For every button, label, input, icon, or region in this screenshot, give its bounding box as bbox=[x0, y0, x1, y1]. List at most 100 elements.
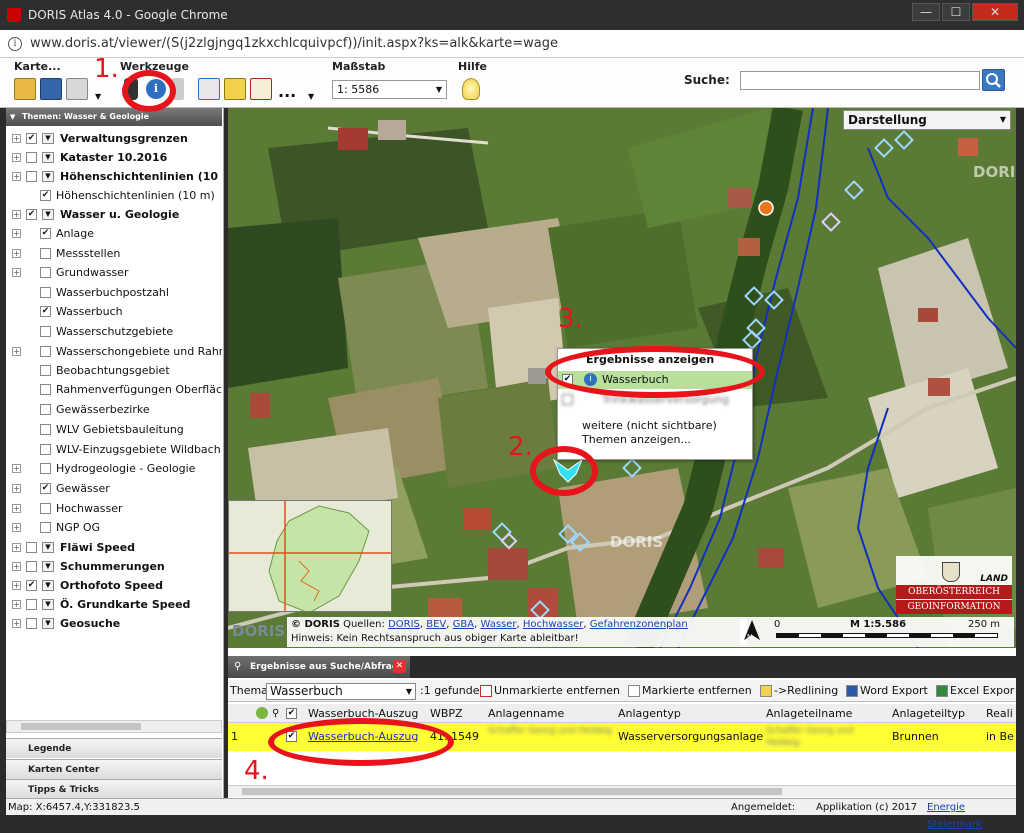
layer-menu-icon[interactable]: ▼ bbox=[42, 209, 54, 220]
source-link-doris[interactable]: DORIS bbox=[388, 619, 420, 630]
layer-menu-icon[interactable]: ▼ bbox=[42, 133, 54, 144]
layer-item-23[interactable]: + ✔ ▼ Orthofoto Speed bbox=[6, 576, 222, 595]
results-tab[interactable]: ⚲ Ergebnisse aus Suche/Abfrage ✕ bbox=[228, 656, 410, 678]
layer-item-18[interactable]: + ✔ Gewässer bbox=[6, 479, 222, 498]
legende-panel[interactable]: Legende bbox=[6, 738, 222, 758]
layer-item-15[interactable]: WLV Gebietsbauleitung bbox=[6, 420, 222, 439]
layer-checkbox[interactable]: ✔ bbox=[40, 483, 51, 494]
layer-checkbox[interactable] bbox=[26, 599, 37, 610]
layer-menu-icon[interactable]: ▼ bbox=[42, 171, 54, 182]
close-button[interactable]: ✕ bbox=[972, 3, 1018, 21]
layer-item-21[interactable]: + ▼ Fläwi Speed bbox=[6, 538, 222, 557]
layer-item-10[interactable]: Wasserschutzgebiete bbox=[6, 322, 222, 341]
expand-icon[interactable]: + bbox=[12, 562, 21, 571]
layer-checkbox[interactable] bbox=[40, 365, 51, 376]
layer-item-17[interactable]: + Hydrogeologie - Geologie bbox=[6, 459, 222, 478]
col-header-anlageteilname[interactable]: Anlageteilname bbox=[766, 704, 852, 723]
col-header-reali[interactable]: Reali bbox=[986, 704, 1013, 723]
layer-checkbox[interactable] bbox=[26, 542, 37, 553]
layer-checkbox[interactable] bbox=[40, 522, 51, 533]
layer-checkbox[interactable] bbox=[40, 404, 51, 415]
layer-checkbox[interactable]: ✔ bbox=[26, 580, 37, 591]
expand-icon[interactable]: + bbox=[12, 249, 21, 258]
layer-checkbox[interactable]: ✔ bbox=[40, 190, 51, 201]
scale-select[interactable]: 1: 5586 ▼ bbox=[332, 80, 447, 99]
expand-icon[interactable]: + bbox=[12, 210, 21, 219]
expand-icon[interactable]: + bbox=[12, 543, 21, 552]
open-folder-icon[interactable] bbox=[14, 78, 36, 100]
layer-item-2[interactable]: + ▼ Höhenschichtenlinien (10 bbox=[6, 167, 222, 186]
karten-center-panel[interactable]: Karten Center bbox=[6, 759, 222, 779]
layer-checkbox[interactable]: ✔ bbox=[40, 228, 51, 239]
help-bulb-icon[interactable] bbox=[462, 78, 480, 100]
col-header-anlagenname[interactable]: Anlagenname bbox=[488, 704, 564, 723]
overview-map[interactable] bbox=[228, 500, 392, 612]
layer-checkbox[interactable] bbox=[40, 346, 51, 357]
remove-marked-button[interactable]: Markierte entfernen bbox=[626, 680, 752, 702]
print-dropdown-icon[interactable]: ▼ bbox=[95, 92, 101, 101]
source-link-bev[interactable]: BEV bbox=[426, 619, 446, 630]
tools-dropdown-icon[interactable]: ▼ bbox=[308, 92, 314, 101]
save-icon[interactable] bbox=[40, 78, 62, 100]
expand-icon[interactable]: + bbox=[12, 504, 21, 513]
expand-icon[interactable]: + bbox=[12, 600, 21, 609]
sidebar-scrollbar[interactable] bbox=[6, 720, 222, 733]
layer-menu-icon[interactable]: ▼ bbox=[42, 599, 54, 610]
popup-more-line2[interactable]: Themen anzeigen... bbox=[558, 433, 752, 447]
darstellung-select[interactable]: Darstellung ▼ bbox=[843, 110, 1011, 130]
source-link-gefahrenzonenplan[interactable]: Gefahrenzonenplan bbox=[590, 619, 688, 630]
redline-icon[interactable] bbox=[250, 78, 272, 100]
themes-header[interactable]: ▼ Themen: Wasser & Geologie bbox=[6, 108, 222, 126]
layer-item-7[interactable]: + Grundwasser bbox=[6, 263, 222, 282]
expand-icon[interactable]: + bbox=[12, 134, 21, 143]
redlining-button[interactable]: ->Redlining bbox=[758, 680, 838, 702]
close-results-icon[interactable]: ✕ bbox=[393, 660, 406, 673]
layer-item-0[interactable]: + ✔ ▼ Verwaltungsgrenzen bbox=[6, 129, 222, 148]
layer-item-25[interactable]: + ▼ Geosuche bbox=[6, 614, 222, 633]
zoom-icon[interactable] bbox=[256, 707, 268, 719]
col-header-anlageteiltyp[interactable]: Anlageteiltyp bbox=[892, 704, 965, 723]
layer-menu-icon[interactable]: ▼ bbox=[42, 542, 54, 553]
layer-item-12[interactable]: Beobachtungsgebiet bbox=[6, 361, 222, 380]
layer-checkbox[interactable] bbox=[40, 503, 51, 514]
draw-icon[interactable] bbox=[224, 78, 246, 100]
layer-item-6[interactable]: + Messstellen bbox=[6, 244, 222, 263]
thema-select[interactable]: Wasserbuch ▼ bbox=[266, 683, 416, 700]
expand-icon[interactable]: + bbox=[12, 153, 21, 162]
search-icon[interactable]: ⚲ bbox=[272, 704, 279, 723]
source-link-wasser[interactable]: Wasser bbox=[480, 619, 516, 630]
source-link-gba[interactable]: GBA bbox=[453, 619, 474, 630]
layer-menu-icon[interactable]: ▼ bbox=[42, 580, 54, 591]
layer-checkbox[interactable]: ✔ bbox=[26, 133, 37, 144]
more-tools-icon[interactable]: ... bbox=[278, 82, 296, 101]
remove-unmarked-button[interactable]: Unmarkierte entfernen bbox=[478, 680, 620, 702]
layer-checkbox[interactable] bbox=[40, 444, 51, 455]
layer-checkbox[interactable] bbox=[26, 618, 37, 629]
layer-item-1[interactable]: + ▼ Kataster 10.2016 bbox=[6, 148, 222, 167]
expand-icon[interactable]: + bbox=[12, 172, 21, 181]
layer-item-8[interactable]: Wasserbuchpostzahl bbox=[6, 283, 222, 302]
layer-checkbox[interactable] bbox=[26, 171, 37, 182]
select-all-checkbox[interactable]: ✔ bbox=[286, 708, 297, 719]
measure-icon[interactable] bbox=[198, 78, 220, 100]
popup-more-line1[interactable]: weitere (nicht sichtbare) bbox=[558, 419, 752, 433]
expand-icon[interactable]: + bbox=[12, 484, 21, 493]
layer-checkbox[interactable] bbox=[40, 463, 51, 474]
layer-item-3[interactable]: ✔ Höhenschichtenlinien (10 m) bbox=[6, 186, 222, 205]
layer-checkbox[interactable] bbox=[40, 267, 51, 278]
layer-checkbox[interactable] bbox=[26, 152, 37, 163]
expand-icon[interactable]: + bbox=[12, 347, 21, 356]
expand-icon[interactable]: + bbox=[12, 523, 21, 532]
layer-checkbox[interactable] bbox=[40, 248, 51, 259]
karte-menu-label[interactable]: Karte... bbox=[14, 60, 61, 73]
results-scrollbar[interactable] bbox=[228, 785, 1016, 797]
col-header-anlagentyp[interactable]: Anlagentyp bbox=[618, 704, 681, 723]
layer-checkbox[interactable] bbox=[40, 384, 51, 395]
layer-menu-icon[interactable]: ▼ bbox=[42, 618, 54, 629]
expand-icon[interactable]: + bbox=[12, 619, 21, 628]
expand-icon[interactable]: + bbox=[12, 268, 21, 277]
layer-checkbox[interactable]: ✔ bbox=[26, 209, 37, 220]
layer-item-11[interactable]: + Wasserschongebiete und Rahr bbox=[6, 342, 222, 361]
layer-item-4[interactable]: + ✔ ▼ Wasser u. Geologie bbox=[6, 205, 222, 224]
layer-menu-icon[interactable]: ▼ bbox=[42, 152, 54, 163]
